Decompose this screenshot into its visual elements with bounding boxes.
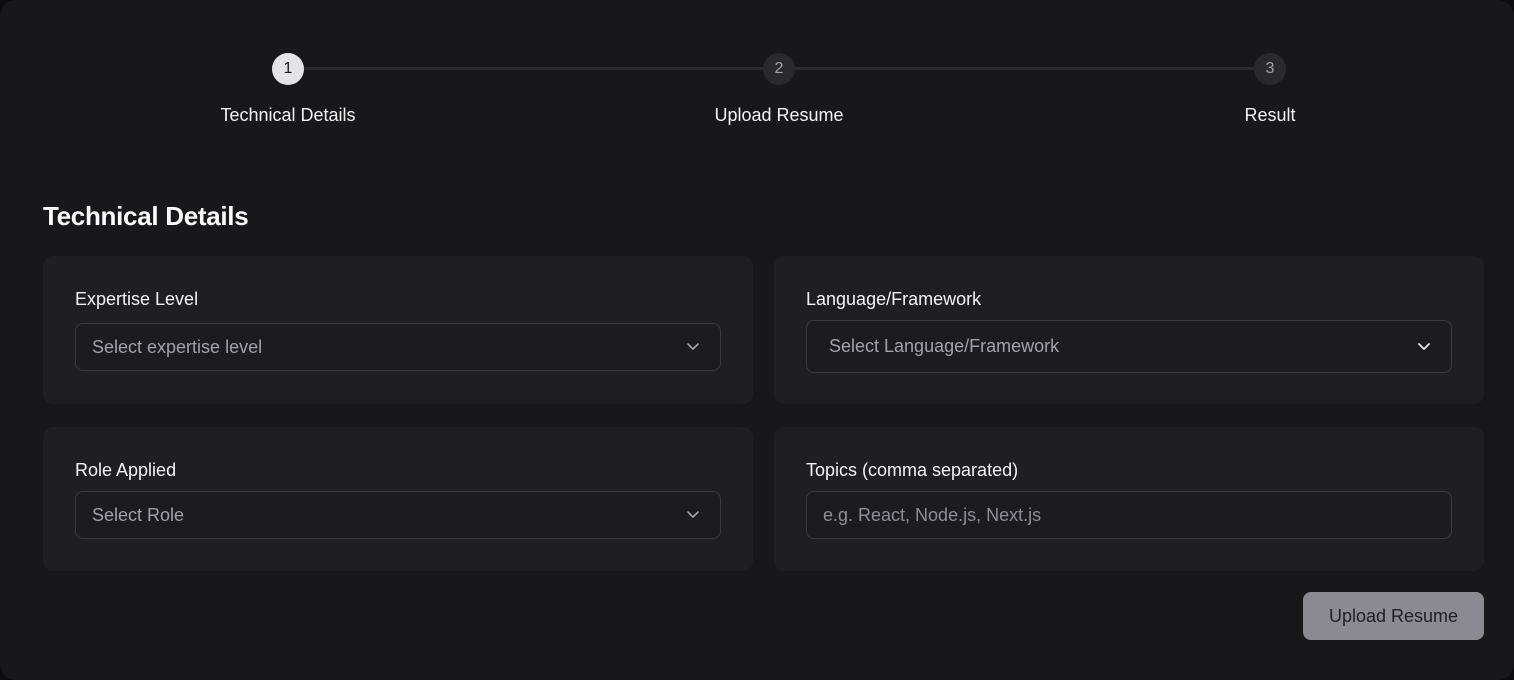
step-3-label: Result [1244,105,1296,125]
technical-details-card: 1 2 3 Technical Details Upload Resume Re… [0,0,1514,680]
section-title: Technical Details [43,201,249,231]
step-2-indicator: 2 [763,53,795,85]
chevron-down-icon [1418,342,1430,350]
language-framework-placeholder: Select Language/Framework [829,336,1060,356]
role-applied-label: Role Applied [75,460,177,480]
role-applied-panel: Role Applied Select Role [43,427,753,571]
role-placeholder: Select Role [92,504,185,525]
topics-input-wrapper [806,491,1452,539]
expertise-level-select[interactable]: Select expertise level [75,323,721,371]
topics-label: Topics (comma separated) [806,460,1019,480]
topics-panel: Topics (comma separated) [774,427,1484,571]
expertise-level-panel: Expertise Level Select expertise level [43,256,753,404]
step-2-label: Upload Resume [714,105,844,125]
step-connector-2-3 [795,67,1254,70]
expertise-level-label: Expertise Level [75,289,199,309]
step-1-indicator: 1 [272,53,304,85]
topics-input[interactable] [823,492,1451,538]
progress-stepper: 1 2 3 Technical Details Upload Resume Re… [0,0,1514,140]
language-framework-label: Language/Framework [806,289,982,309]
expertise-level-placeholder: Select expertise level [92,336,263,357]
step-1-label: Technical Details [220,105,356,125]
upload-resume-button[interactable]: Upload Resume [1303,592,1484,640]
language-framework-panel: Language/Framework Select Language/Frame… [774,256,1484,404]
step-connector-1-2 [304,67,764,70]
language-framework-select[interactable]: Select Language/Framework [806,320,1452,373]
step-3-indicator: 3 [1254,53,1286,85]
chevron-down-icon [687,343,699,350]
chevron-down-icon [687,511,699,518]
role-select[interactable]: Select Role [75,491,721,539]
